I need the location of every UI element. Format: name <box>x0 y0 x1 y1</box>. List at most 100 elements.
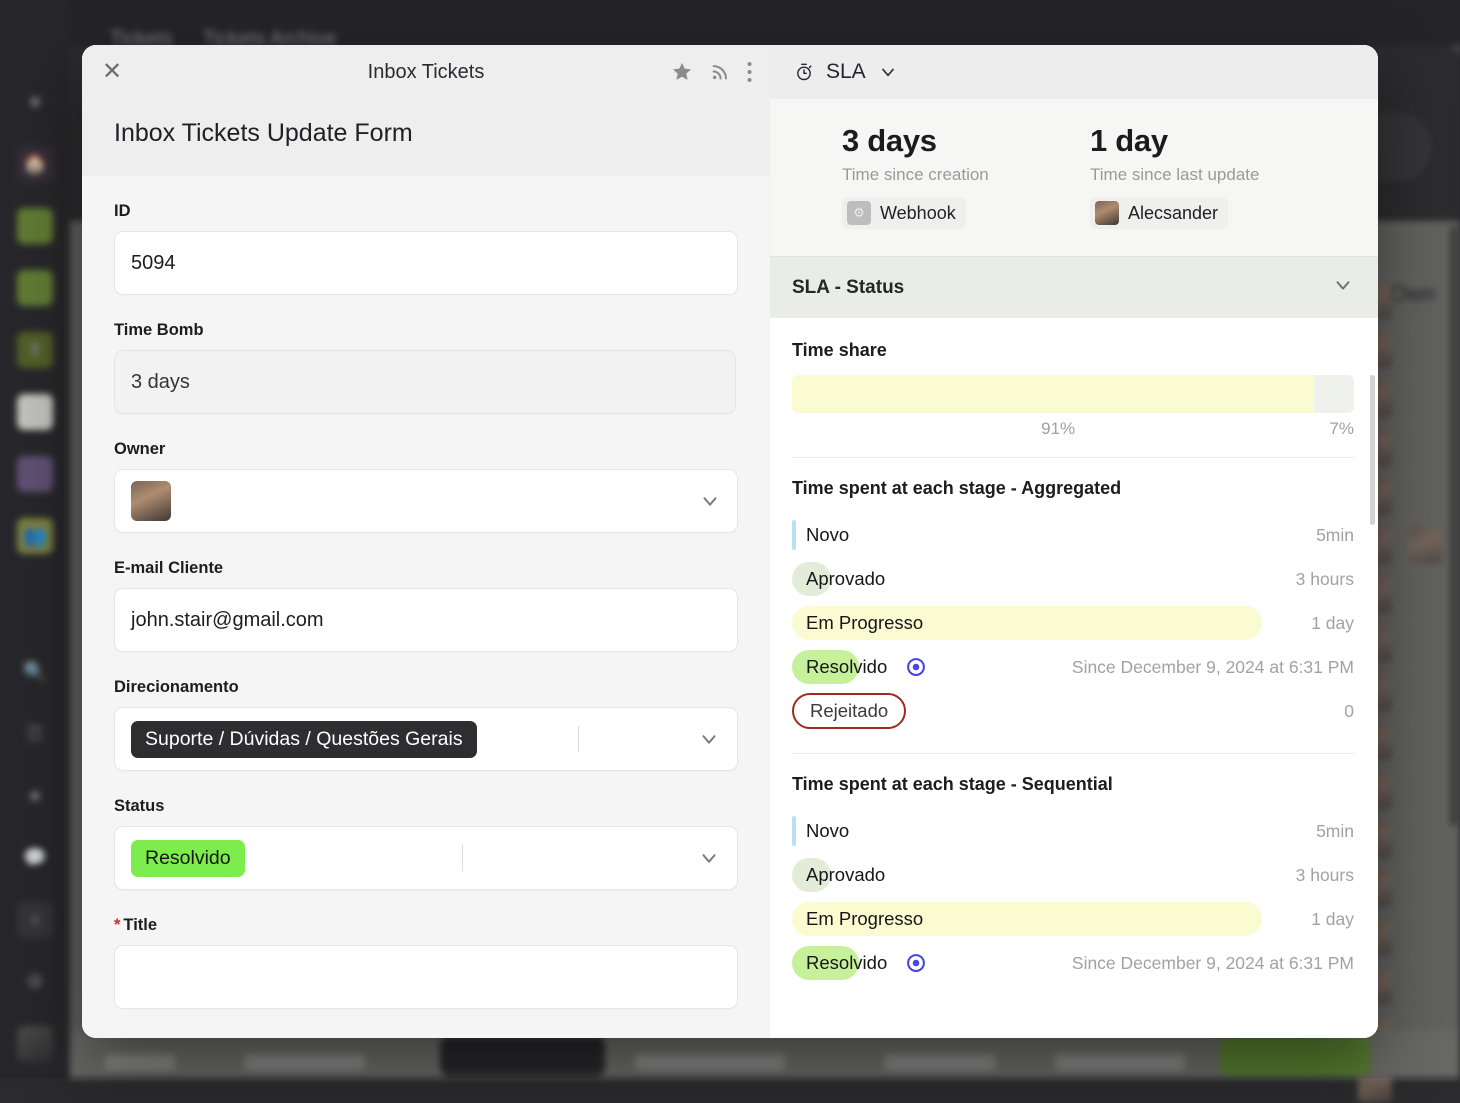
stage-row: Novo 5min <box>792 513 1354 557</box>
stage-bar <box>792 816 796 846</box>
stage-label: Resolvido <box>792 952 887 974</box>
stage-bar <box>792 520 796 550</box>
stage-row: Aprovado 3 hours <box>792 853 1354 897</box>
stage-label: Aprovado <box>792 864 885 886</box>
target-icon <box>905 952 927 974</box>
time-bomb-value: 3 days <box>131 371 190 394</box>
stage-row: Resolvido Since December 9, 2024 at 6:31 … <box>792 941 1354 985</box>
email-cliente-input[interactable]: john.stair@gmail.com <box>114 588 738 652</box>
id-input[interactable]: 5094 <box>114 231 738 295</box>
stage-value: 5min <box>1316 821 1354 842</box>
creation-actor-name: Webhook <box>880 203 956 224</box>
sla-scrollbar[interactable] <box>1370 375 1375 525</box>
form-body: ID 5094 Time Bomb 3 days Owner <box>82 176 770 1038</box>
modal-header: ✕ Inbox Tickets <box>82 45 770 99</box>
stage-row: Em Progresso 1 day <box>792 897 1354 941</box>
direcionamento-value-tag: Suporte / Dúvidas / Questões Gerais <box>131 721 477 758</box>
sequential-stage-list: Novo 5min Aprovado 3 hours Em Progresso 1 day… <box>792 809 1354 985</box>
time-since-creation-label: Time since creation <box>842 165 1090 185</box>
update-actor-chip[interactable]: Alecsander <box>1090 197 1228 229</box>
stage-row: Resolvido Since December 9, 2024 at 6:31 … <box>792 645 1354 689</box>
direcionamento-select[interactable]: Suporte / Dúvidas / Questões Gerais <box>114 707 738 771</box>
time-share-bar <box>792 375 1354 413</box>
field-owner: Owner <box>114 440 738 533</box>
sla-status-section-header[interactable]: SLA - Status <box>770 256 1378 318</box>
chevron-down-icon[interactable] <box>681 708 737 770</box>
stage-value: 1 day <box>1311 613 1354 634</box>
field-label-owner: Owner <box>114 440 738 459</box>
stage-label: Rejeitado <box>792 693 906 729</box>
sla-panel-header[interactable]: SLA <box>770 45 1378 99</box>
avatar-icon <box>1095 201 1119 225</box>
field-label-email-cliente: E-mail Cliente <box>114 559 738 578</box>
field-direcionamento: Direcionamento Suporte / Dúvidas / Quest… <box>114 678 738 771</box>
field-label-direcionamento: Direcionamento <box>114 678 738 697</box>
id-value: 5094 <box>131 252 176 275</box>
stage-value: 0 <box>1344 701 1354 722</box>
sla-panel-title: SLA <box>826 60 866 84</box>
rss-signal-icon[interactable] <box>709 61 731 83</box>
webhook-icon: ⚙ <box>847 201 871 225</box>
aggregated-title: Time spent at each stage - Aggregated <box>792 478 1354 499</box>
modal-title: Inbox Tickets <box>82 61 770 84</box>
form-title-bar: Inbox Tickets Update Form <box>82 99 770 176</box>
star-icon[interactable] <box>671 61 693 83</box>
chevron-down-icon[interactable] <box>681 470 737 532</box>
stage-value: Since December 9, 2024 at 6:31 PM <box>1072 953 1354 974</box>
stage-label: Em Progresso <box>792 908 923 930</box>
owner-select[interactable] <box>114 469 738 533</box>
time-bomb-value-box: 3 days <box>114 350 736 414</box>
field-time-bomb: Time Bomb 3 days <box>114 321 738 414</box>
avatar <box>131 481 171 521</box>
sla-status-body: Time share 91% 7% Time spent at each sta… <box>770 318 1378 1038</box>
status-select[interactable]: Resolvido <box>114 826 738 890</box>
close-icon[interactable]: ✕ <box>98 58 126 86</box>
time-share-title: Time share <box>792 340 1354 361</box>
modal-header-actions <box>671 61 752 83</box>
time-share-label-1: 91% <box>1041 419 1075 439</box>
update-actor-name: Alecsander <box>1128 203 1218 224</box>
stage-value: Since December 9, 2024 at 6:31 PM <box>1072 657 1354 678</box>
stage-label: Novo <box>792 820 849 842</box>
sla-status-title: SLA - Status <box>792 277 904 299</box>
stage-label: Em Progresso <box>792 612 923 634</box>
sla-summary-update: 1 day Time since last update Alecsander <box>1090 123 1338 230</box>
stage-value: 1 day <box>1311 909 1354 930</box>
stopwatch-icon <box>794 62 814 82</box>
stage-row: Novo 5min <box>792 809 1354 853</box>
title-input[interactable] <box>114 945 738 1009</box>
sla-summary: 3 days Time since creation ⚙ Webhook 1 d… <box>770 99 1378 256</box>
ticket-detail-modal: ✕ Inbox Tickets <box>82 45 1378 1038</box>
field-id: ID 5094 <box>114 202 738 295</box>
sla-summary-row: 3 days Time since creation ⚙ Webhook 1 d… <box>770 123 1378 230</box>
stage-value: 5min <box>1316 525 1354 546</box>
select-divider <box>462 845 463 871</box>
stage-label: Resolvido <box>792 656 887 678</box>
time-since-update-value: 1 day <box>1090 123 1338 159</box>
chevron-down-icon[interactable] <box>878 62 898 82</box>
chevron-down-icon[interactable] <box>681 827 737 889</box>
time-share-labels: 91% 7% <box>792 419 1354 443</box>
stage-row: Em Progresso 1 day <box>792 601 1354 645</box>
email-cliente-value: john.stair@gmail.com <box>131 609 324 632</box>
divider <box>792 753 1354 754</box>
field-label-status: Status <box>114 797 738 816</box>
status-value-tag: Resolvido <box>131 840 245 877</box>
time-since-creation-value: 3 days <box>842 123 1090 159</box>
stage-row: Rejeitado 0 <box>792 689 1354 733</box>
stage-label: Novo <box>792 524 849 546</box>
chevron-down-icon[interactable] <box>1332 274 1354 301</box>
sequential-title: Time spent at each stage - Sequential <box>792 774 1354 795</box>
stage-value: 3 hours <box>1296 569 1354 590</box>
sla-panel: SLA 3 days Time since creation ⚙ Webhook… <box>770 45 1378 1038</box>
stage-row: Aprovado3 hours <box>792 557 1354 601</box>
field-label-title: *Title <box>114 916 738 935</box>
aggregated-stage-list: Novo 5min Aprovado3 hours Em Progresso 1 day… <box>792 513 1354 733</box>
time-share-segment-1 <box>792 375 1314 413</box>
field-title: *Title <box>114 916 738 1009</box>
field-label-id: ID <box>114 202 738 221</box>
more-vertical-icon[interactable] <box>747 61 752 83</box>
stage-value: 3 hours <box>1296 865 1354 886</box>
target-icon <box>905 656 927 678</box>
creation-actor-chip[interactable]: ⚙ Webhook <box>842 197 966 229</box>
